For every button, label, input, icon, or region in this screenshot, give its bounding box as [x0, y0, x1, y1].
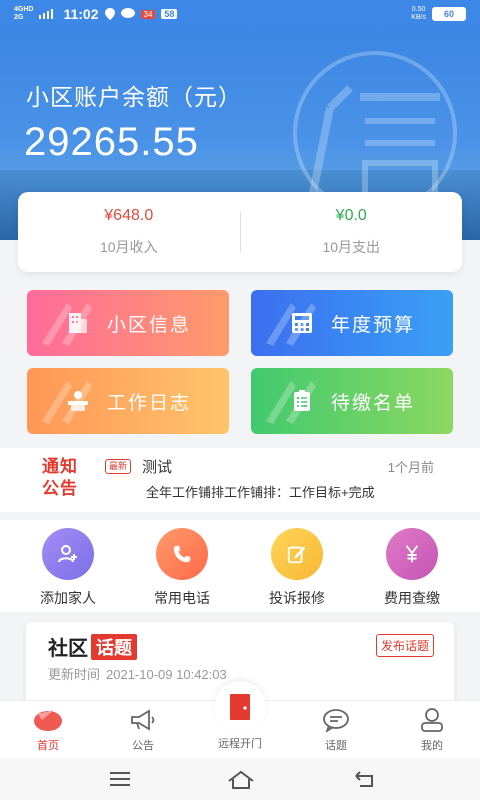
speed-value: 0.50	[411, 6, 426, 13]
notice-logo-line1: 通知	[42, 457, 78, 476]
user-icon	[392, 707, 472, 733]
expense-summary[interactable]: ¥0.0 10月支出	[241, 207, 463, 257]
door-icon	[214, 681, 266, 733]
phone-button[interactable]: 常用电话	[132, 528, 232, 608]
quick-actions: 添加家人 常用电话 投诉报修 费用查缴	[0, 520, 480, 612]
tab-topics[interactable]: 话题	[296, 707, 376, 753]
menu-icon[interactable]	[108, 768, 132, 790]
notification-badge: 34	[140, 9, 156, 19]
tab-home-label: 首页	[37, 740, 59, 752]
tab-announcements[interactable]: 公告	[103, 707, 183, 753]
notice-time: 1个月前	[387, 460, 434, 475]
home-icon	[8, 707, 88, 733]
phone-label: 常用电话	[154, 590, 210, 606]
fees-label: 费用查缴	[384, 590, 440, 606]
add-family-button[interactable]: 添加家人	[18, 528, 118, 608]
message-icon	[120, 8, 135, 18]
income-label: 10月收入	[99, 239, 158, 255]
decor-pattern-icon	[42, 381, 92, 424]
expense-value: ¥0.0	[335, 207, 367, 224]
updated-label: 更新时间	[48, 667, 101, 682]
tab-mine-label: 我的	[421, 740, 443, 752]
back-icon[interactable]	[352, 768, 376, 790]
decor-pattern-icon	[42, 303, 92, 346]
community-info-tile[interactable]: 小区信息	[27, 290, 229, 356]
complaint-label: 投诉报修	[269, 590, 325, 606]
notification-count: 58	[161, 9, 178, 19]
tab-remote-door[interactable]: 远程开门	[200, 681, 280, 751]
annual-budget-label: 年度预算	[330, 314, 415, 336]
tab-remote-door-label: 远程开门	[218, 738, 262, 750]
battery-icon: 60	[432, 7, 466, 21]
yen-icon	[386, 528, 438, 580]
payment-list-label: 待缴名单	[330, 392, 415, 414]
tab-mine[interactable]: 我的	[392, 707, 472, 753]
balance-amount: 29265.55	[24, 120, 199, 164]
notice-title: 测试	[142, 459, 173, 476]
notice-logo-line2: 公告	[42, 479, 78, 498]
annual-budget-tile[interactable]: 年度预算	[251, 290, 453, 356]
topic-updated: 更新时间 2021-10-09 10:42:03	[48, 664, 227, 683]
decor-pattern-icon	[266, 381, 316, 424]
notice-banner[interactable]: 通知 公告 最新 测试 1个月前 全年工作铺排工作铺排：工作目标+完成	[0, 448, 480, 512]
expense-label: 10月支出	[322, 239, 381, 255]
home-nav-icon[interactable]	[226, 768, 256, 790]
chat-icon	[296, 707, 376, 733]
signal-icon	[39, 9, 54, 19]
tab-topics-label: 话题	[325, 740, 347, 752]
updated-time: 2021-10-09 10:42:03	[106, 667, 227, 682]
work-log-label: 工作日志	[106, 392, 191, 414]
work-log-tile[interactable]: 工作日志	[27, 368, 229, 434]
payment-list-tile[interactable]: 待缴名单	[251, 368, 453, 434]
megaphone-icon	[103, 707, 183, 733]
balance-title: 小区账户余额（元）	[26, 84, 242, 110]
location-icon	[104, 8, 115, 20]
network-top: 4GHD	[14, 6, 34, 13]
add-family-label: 添加家人	[40, 590, 96, 606]
topic-title-part2: 话题	[91, 633, 137, 660]
network-speed: 0.50 KB/s	[411, 6, 426, 22]
network-indicator: 4GHD 2G	[14, 6, 33, 22]
tab-announcements-label: 公告	[132, 740, 154, 752]
notice-logo: 通知 公告	[32, 456, 88, 500]
add-user-icon	[42, 528, 94, 580]
post-topic-button[interactable]: 发布话题	[375, 634, 434, 657]
network-bottom: 2G	[14, 14, 24, 21]
phone-icon	[156, 528, 208, 580]
bottom-tab-bar: 首页 公告 远程开门 话题 我的	[0, 681, 480, 758]
income-summary[interactable]: ¥648.0 10月收入	[18, 207, 240, 257]
topic-heading: 社区 话题	[48, 632, 137, 661]
decor-pattern-icon	[266, 303, 316, 346]
topic-title-part1: 社区	[48, 638, 88, 660]
new-badge: 最新	[105, 459, 132, 474]
system-navigation-bar	[0, 758, 480, 800]
status-time: 11:02	[63, 6, 99, 22]
fees-button[interactable]: 费用查缴	[362, 528, 462, 608]
edit-icon	[271, 528, 323, 580]
monthly-summary-card: ¥648.0 10月收入 ¥0.0 10月支出	[18, 192, 462, 272]
notice-body: 全年工作铺排工作铺排：工作目标+完成	[146, 485, 375, 500]
income-value: ¥648.0	[104, 207, 154, 224]
tab-home[interactable]: 首页	[8, 707, 88, 753]
community-info-label: 小区信息	[106, 314, 191, 336]
status-bar: 4GHD 2G 11:02 34 58 0.50 KB/s 60	[0, 0, 480, 28]
complaint-button[interactable]: 投诉报修	[247, 528, 347, 608]
speed-unit: KB/s	[411, 14, 426, 21]
